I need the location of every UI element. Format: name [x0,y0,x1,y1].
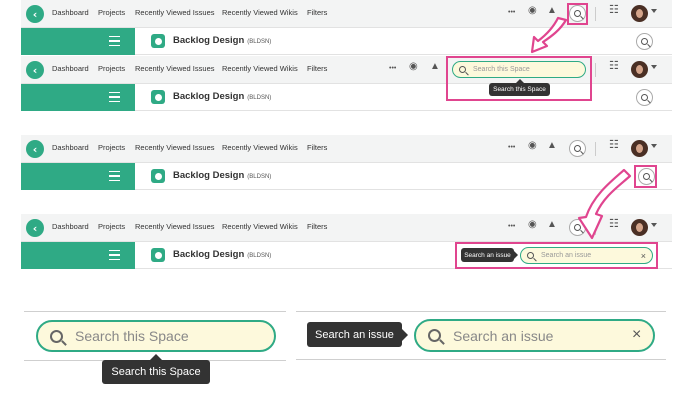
divider [296,359,666,360]
issue-search-tooltip-zoomed: Search an issue [307,322,408,347]
issue-search-placeholder: Search an issue [453,327,554,344]
close-icon[interactable]: × [632,327,641,343]
arrow-2 [577,168,632,240]
search-icon [428,329,441,342]
space-search-tooltip-zoomed: Search this Space [102,354,210,384]
search-icon [50,329,63,343]
divider [296,311,666,312]
divider [24,311,286,312]
space-search-placeholder: Search this Space [75,328,189,344]
issue-search-input-zoomed[interactable]: Search an issue [414,319,655,352]
space-search-input-zoomed[interactable]: Search this Space [36,320,276,352]
arrow-1 [530,16,568,54]
